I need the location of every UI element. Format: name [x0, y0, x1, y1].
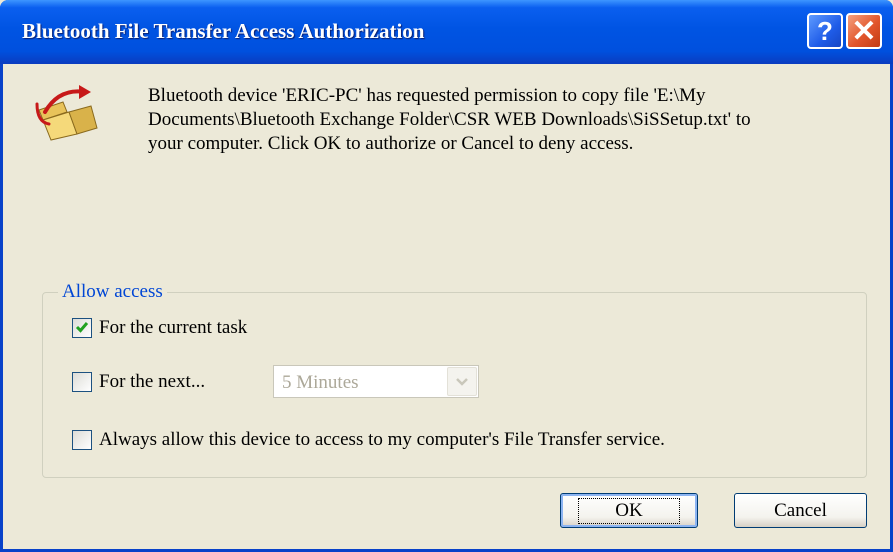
duration-select[interactable]: 5 Minutes — [273, 365, 479, 398]
for-next-label[interactable]: For the next... — [99, 371, 205, 393]
help-button[interactable]: ? — [807, 13, 843, 49]
dialog-window: Bluetooth File Transfer Access Authoriza… — [0, 0, 893, 552]
title-bar[interactable]: Bluetooth File Transfer Access Authoriza… — [0, 0, 893, 64]
current-task-label[interactable]: For the current task — [99, 317, 247, 339]
window-title: Bluetooth File Transfer Access Authoriza… — [22, 19, 425, 43]
permission-message: Bluetooth device 'ERIC-PC' has requested… — [148, 84, 868, 156]
chevron-down-icon — [456, 377, 468, 386]
duration-value: 5 Minutes — [282, 372, 359, 393]
ok-button[interactable]: OK — [560, 493, 698, 528]
check-icon — [75, 322, 89, 333]
cancel-button[interactable]: Cancel — [734, 493, 867, 528]
always-allow-label[interactable]: Always allow this device to access to my… — [99, 429, 665, 451]
file-transfer-icon — [35, 85, 98, 141]
always-allow-checkbox[interactable] — [72, 430, 92, 450]
close-button[interactable]: ✕ — [846, 13, 882, 49]
message-line-3: your computer. Click OK to authorize or … — [148, 133, 634, 154]
current-task-checkbox[interactable] — [72, 318, 92, 338]
message-line-2: Documents\Bluetooth Exchange Folder\CSR … — [148, 109, 751, 130]
for-next-checkbox[interactable] — [72, 372, 92, 392]
allow-access-label: Allow access — [58, 281, 167, 303]
dropdown-button[interactable] — [447, 367, 477, 396]
message-line-1: Bluetooth device 'ERIC-PC' has requested… — [148, 85, 706, 106]
ok-button-label: OK — [578, 497, 680, 524]
